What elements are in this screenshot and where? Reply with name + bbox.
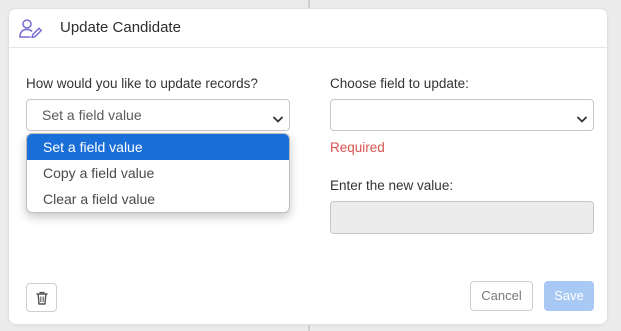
update-candidate-card: Update Candidate How would you like to u…: [8, 8, 608, 325]
delete-button[interactable]: [26, 283, 57, 312]
dropdown-option-set-field[interactable]: Set a field value: [27, 134, 289, 160]
new-value-label: Enter the new value:: [330, 178, 454, 193]
update-method-dropdown: Set a field value Copy a field value Cle…: [26, 133, 290, 213]
field-to-update-select[interactable]: [330, 99, 594, 131]
update-method-select[interactable]: Set a field value: [26, 99, 290, 131]
connector-line-bottom: [308, 325, 310, 331]
update-method-label: How would you like to update records?: [26, 76, 258, 91]
cancel-button[interactable]: Cancel: [470, 281, 533, 311]
new-value-input[interactable]: [330, 201, 594, 234]
trash-icon: [36, 291, 48, 305]
chevron-down-icon: [273, 111, 283, 123]
update-method-value: Set a field value: [42, 107, 142, 123]
chevron-down-icon: [577, 111, 587, 123]
card-title: Update Candidate: [60, 19, 181, 36]
save-button[interactable]: Save: [544, 281, 594, 311]
dropdown-option-clear-field[interactable]: Clear a field value: [27, 186, 289, 212]
card-header: Update Candidate: [9, 9, 607, 48]
user-edit-icon: [18, 18, 44, 40]
required-error-text: Required: [330, 140, 385, 155]
field-to-update-label: Choose field to update:: [330, 76, 469, 91]
dropdown-option-copy-field[interactable]: Copy a field value: [27, 160, 289, 186]
